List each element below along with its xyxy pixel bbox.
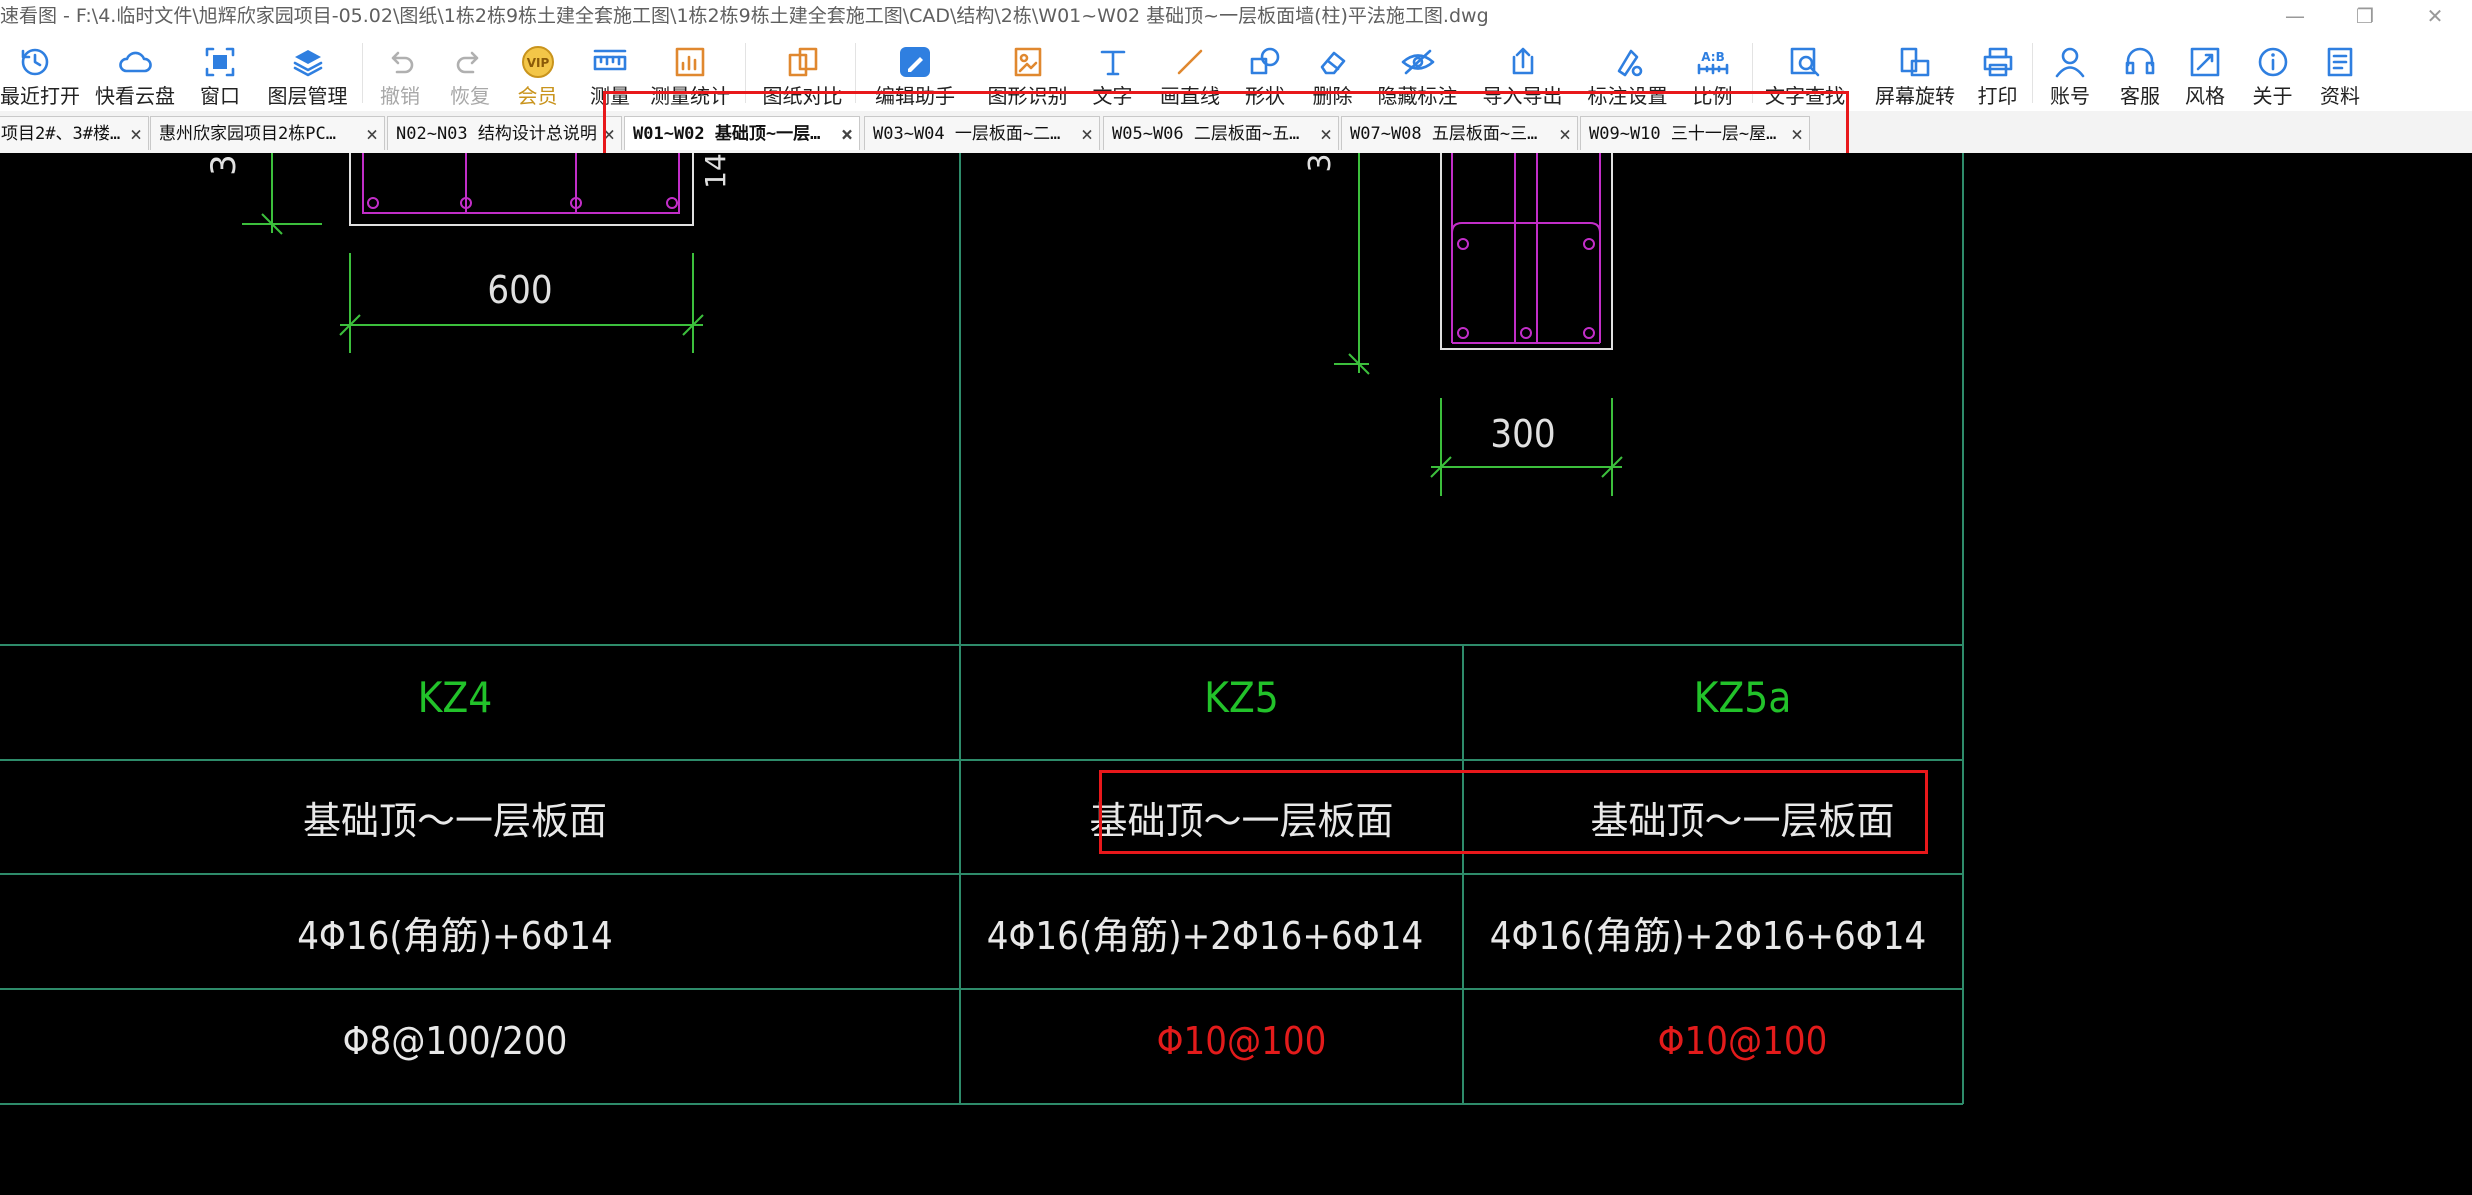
column-title-kz5a: KZ5a (1693, 673, 1792, 722)
toolbar-button-label: 恢复 (450, 84, 490, 108)
toolbar-button-label: 快看云盘 (95, 84, 175, 108)
measure-stats-icon (671, 43, 709, 81)
toolbar-button-redo[interactable]: 恢复 (435, 33, 505, 111)
column-title-kz5: KZ5 (1204, 673, 1279, 722)
longitudinal-rebar-kz5: 4Φ16(角筋)+2Φ16+6Φ14 (986, 914, 1424, 958)
document-tab[interactable]: N02~N03 结构设计总说明 × (387, 116, 622, 150)
text-icon (1094, 43, 1132, 81)
document-tab[interactable]: 项目2#、3#楼… × (0, 116, 149, 150)
headset-icon (2121, 43, 2159, 81)
table-grid (0, 153, 1964, 1105)
style-icon (2186, 43, 2224, 81)
toolbar-button-label: 撤销 (380, 84, 420, 108)
window-fit-icon (201, 43, 239, 81)
ruler-icon (591, 43, 629, 81)
title-bar: 速看图 - F:\4.临时文件\旭辉欣家园项目-05.02\图纸\1栋2栋9栋土… (0, 0, 2472, 33)
longitudinal-rebar-kz4: 4Φ16(角筋)+6Φ14 (297, 914, 613, 958)
toolbar-button-label: 风格 (2185, 84, 2225, 108)
stirrup-kz5: Φ10@100 (1156, 1019, 1327, 1063)
eraser-icon (1314, 43, 1352, 81)
drawing-canvas[interactable]: 600 3 14 300 3 KZ4 KZ5 KZ5a 基础顶～一层板面 基础顶… (0, 153, 2472, 1195)
toolbar-button-undo[interactable]: 撤销 (365, 33, 435, 111)
text-search-icon (1786, 43, 1824, 81)
edit-assistant-icon (896, 43, 934, 81)
shape-recognize-icon (1009, 43, 1047, 81)
toolbar-button-vip[interactable]: VIP 会员 (505, 33, 570, 111)
close-button[interactable]: ✕ (2405, 0, 2465, 33)
column-title-kz4: KZ4 (417, 673, 493, 722)
info-icon (2254, 43, 2292, 81)
toolbar-button-style[interactable]: 风格 (2175, 33, 2235, 111)
stirrup-kz4: Φ8@100/200 (342, 1019, 568, 1063)
minimize-button[interactable]: — (2265, 0, 2325, 33)
tab-label: 项目2#、3#楼… (1, 124, 121, 144)
tab-label: 惠州欣家园项目2栋PC… (159, 124, 336, 144)
toolbar-separator (2032, 43, 2033, 103)
annotation-settings-icon (1609, 43, 1647, 81)
elevation-kz4: 基础顶～一层板面 (302, 799, 607, 843)
toolbar-button-label: 资料 (2320, 84, 2360, 108)
toolbar-button-cloud[interactable]: 快看云盘 (95, 33, 175, 111)
redo-icon (451, 43, 489, 81)
eye-hide-icon (1399, 43, 1437, 81)
undo-icon (381, 43, 419, 81)
shape-icon (1246, 43, 1284, 81)
svg-text:VIP: VIP (526, 56, 549, 70)
rotate-screen-icon (1896, 43, 1934, 81)
toolbar-button-label: 图层管理 (267, 84, 348, 108)
tab-close-icon[interactable]: × (130, 117, 142, 150)
kz4-section: 600 3 14 (204, 153, 732, 353)
window-title: 速看图 - F:\4.临时文件\旭辉欣家园项目-05.02\图纸\1栋2栋9栋土… (0, 5, 1489, 27)
toolbar-button-label: 关于 (2252, 84, 2293, 108)
document-tab[interactable]: 惠州欣家园项目2栋PC… × (150, 116, 385, 150)
import-export-icon (1504, 43, 1542, 81)
toolbar-button-label: 客服 (2120, 84, 2160, 108)
compare-icon (784, 43, 822, 81)
printer-icon (1979, 43, 2017, 81)
toolbar-button-label: 最近打开 (0, 84, 80, 108)
toolbar-button-window-fit[interactable]: 窗口 (190, 33, 250, 111)
line-icon (1171, 43, 1209, 81)
kz5-section: 300 3 (1303, 153, 1623, 496)
toolbar-button-label: 会员 (517, 84, 558, 108)
highlight-box-elevation (1099, 770, 1928, 854)
toolbar-button-info[interactable]: 关于 (2240, 33, 2305, 111)
layers-icon (289, 43, 327, 81)
dim-300: 300 (1490, 412, 1555, 456)
toolbar-button-headset[interactable]: 客服 (2105, 33, 2175, 111)
user-icon (2051, 43, 2089, 81)
toolbar-button-layers[interactable]: 图层管理 (260, 33, 355, 111)
dim-3-right: 3 (1303, 153, 1338, 172)
tab-label: N02~N03 结构设计总说明 (396, 124, 597, 144)
toolbar-button-label: 窗口 (200, 84, 240, 108)
stirrup-kz5a: Φ10@100 (1657, 1019, 1828, 1063)
toolbar-button-label: 账号 (2050, 84, 2090, 108)
dim-14: 14 (699, 153, 732, 189)
dim-600: 600 (487, 268, 552, 312)
longitudinal-rebar-kz5a: 4Φ16(角筋)+2Φ16+6Φ14 (1489, 914, 1927, 958)
toolbar-button-clock[interactable]: 最近打开 (0, 33, 80, 111)
dim-3-left: 3 (204, 154, 244, 176)
toolbar-button-user[interactable]: 账号 (2035, 33, 2105, 111)
toolbar-button-label: 屏幕旋转 (1875, 84, 1955, 108)
toolbar-button-printer[interactable]: 打印 (1965, 33, 2030, 111)
toolbar-button-rotate-screen[interactable]: 屏幕旋转 (1865, 33, 1965, 111)
cloud-icon (116, 43, 154, 81)
scale-icon: A:B (1694, 43, 1732, 81)
toolbar-button-docs[interactable]: 资料 (2305, 33, 2375, 111)
toolbar-button-label: 打印 (1977, 84, 2018, 108)
tab-close-icon[interactable]: × (366, 117, 378, 150)
svg-text:A:B: A:B (1701, 50, 1724, 64)
restore-button[interactable]: ❐ (2335, 0, 2395, 33)
vip-icon: VIP (519, 43, 557, 81)
docs-icon (2321, 43, 2359, 81)
clock-icon (16, 43, 54, 81)
toolbar-separator (362, 43, 363, 103)
